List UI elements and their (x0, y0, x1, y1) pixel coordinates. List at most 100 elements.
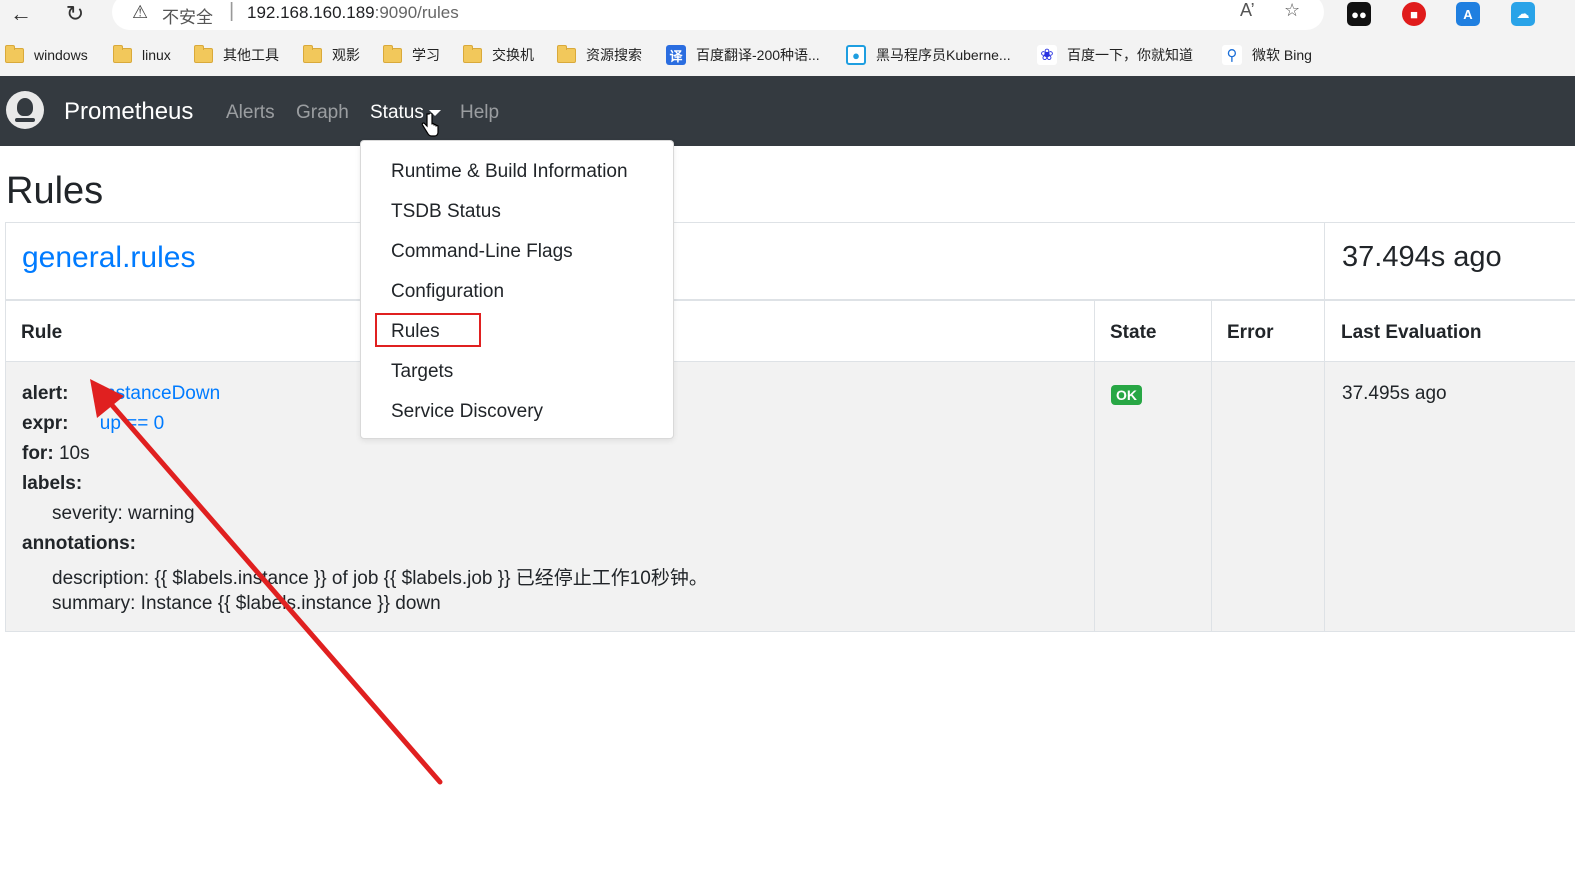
bookmark-switch[interactable]: 交换机 (463, 44, 534, 65)
column-divider (1211, 362, 1212, 631)
rules-group-table: general.rules 37.494s ago Rule State Err… (5, 222, 1575, 632)
column-divider (1324, 301, 1325, 362)
bookmark-label: 百度翻译-200种语... (696, 47, 820, 63)
hand-cursor-icon (421, 113, 439, 137)
bookmark-label: 观影 (332, 47, 360, 63)
menu-item-runtime-build-info[interactable]: Runtime & Build Information (391, 161, 628, 183)
column-header-error: Error (1227, 322, 1274, 343)
bookmark-label: windows (34, 47, 88, 63)
translate-icon: 译 (666, 45, 686, 65)
url-host: 192.168.160.189 (247, 3, 375, 22)
translate-extension-icon[interactable]: A (1456, 2, 1480, 26)
insecure-label[interactable]: 不安全 (162, 3, 213, 28)
bookmark-movies[interactable]: 观影 (303, 44, 360, 65)
bookmark-tools[interactable]: 其他工具 (194, 44, 279, 65)
baidu-icon: ❀ (1037, 45, 1057, 65)
for-key: for: (22, 443, 54, 464)
for-value: 10s (58, 443, 90, 464)
read-aloud-icon[interactable]: A’ (1240, 0, 1255, 21)
bookmarks-bar: windows linux 其他工具 观影 学习 交换机 资源搜索 译百度翻译-… (0, 34, 1575, 76)
bookmark-label: linux (142, 47, 171, 63)
nav-help[interactable]: Help (460, 102, 499, 124)
table-header-row: Rule State Error Last Evaluation (6, 301, 1575, 362)
prometheus-logo-icon[interactable] (6, 91, 44, 129)
column-header-state: State (1110, 322, 1157, 343)
annotation-summary: summary: Instance {{ $labels.instance }}… (52, 593, 441, 614)
folder-icon (463, 44, 482, 63)
expr-key: expr: (22, 413, 69, 434)
reload-icon[interactable]: ↻ (58, 0, 92, 28)
annotations-key: annotations: (22, 533, 136, 554)
folder-icon (113, 44, 132, 63)
brand-link[interactable]: Prometheus (64, 98, 193, 126)
rule-for-line: for: 10s (22, 443, 90, 465)
menu-item-tsdb-status[interactable]: TSDB Status (391, 201, 501, 223)
address-bar[interactable]: ⚠ 不安全 | 192.168.160.189:9090/rules A’ ☆ (112, 0, 1324, 30)
bookmark-heima-kubernetes[interactable]: ● 黑马程序员Kuberne... (846, 45, 1011, 65)
label-severity: severity: warning (52, 503, 195, 524)
bookmark-windows[interactable]: windows (5, 44, 88, 65)
url-path: :9090/rules (374, 3, 459, 22)
alert-name-link[interactable]: InstanceDown (100, 383, 220, 404)
extension-mask-icon[interactable]: ●● (1347, 2, 1371, 26)
status-dropdown-menu: Runtime & Build Information TSDB Status … (360, 140, 674, 439)
expr-link[interactable]: up == 0 (100, 413, 164, 434)
bilibili-icon: ● (846, 45, 866, 65)
folder-icon (557, 44, 576, 63)
rule-annotations-line: annotations: (22, 533, 136, 555)
nav-graph[interactable]: Graph (296, 102, 349, 124)
search-icon: ⚲ (1222, 45, 1242, 65)
bookmark-linux[interactable]: linux (113, 44, 171, 65)
column-header-rule: Rule (21, 322, 63, 343)
annotation-description: description: {{ $labels.instance }} of j… (52, 568, 708, 589)
menu-item-command-line-flags[interactable]: Command-Line Flags (391, 241, 573, 263)
rule-expr-line: expr: up == 0 (22, 413, 164, 435)
bookmark-resource-search[interactable]: 资源搜索 (557, 44, 642, 65)
page-title: Rules (6, 170, 104, 212)
column-divider (1094, 301, 1095, 362)
group-last-eval: 37.494s ago (1342, 241, 1502, 273)
folder-icon (194, 44, 213, 63)
nav-alerts[interactable]: Alerts (226, 102, 275, 124)
menu-item-service-discovery[interactable]: Service Discovery (391, 401, 543, 423)
adblock-icon[interactable]: ■ (1402, 2, 1426, 26)
bookmark-label: 百度一下，你就知道 (1067, 47, 1193, 63)
bookmark-label: 黑马程序员Kuberne... (876, 47, 1011, 63)
cloud-extension-icon[interactable]: ☁ (1511, 2, 1535, 26)
folder-icon (383, 44, 402, 63)
labels-key: labels: (22, 473, 83, 494)
menu-item-targets[interactable]: Targets (391, 361, 453, 383)
nav-status-label: Status (370, 102, 424, 123)
bookmark-baidu[interactable]: ❀ 百度一下，你就知道 (1037, 45, 1193, 65)
table-row: alert: InstanceDown expr: up == 0 for: 1… (6, 362, 1575, 631)
group-eval-cell: 37.494s ago (1324, 223, 1575, 299)
browser-toolbar: ← ↻ ⚠ 不安全 | 192.168.160.189:9090/rules A… (0, 0, 1575, 34)
bookmark-baidu-translate[interactable]: 译百度翻译-200种语... (666, 45, 820, 65)
column-divider (1211, 301, 1212, 362)
menu-item-configuration[interactable]: Configuration (391, 281, 504, 303)
bookmark-bing[interactable]: ⚲ 微软 Bing (1222, 45, 1312, 65)
address-separator: | (229, 0, 235, 22)
prometheus-navbar: Prometheus Alerts Graph Status Help (0, 76, 1575, 146)
group-header-row: general.rules 37.494s ago (6, 223, 1575, 301)
bookmark-label: 微软 Bing (1252, 47, 1312, 63)
group-name-link[interactable]: general.rules (22, 241, 195, 275)
bookmark-study[interactable]: 学习 (383, 44, 440, 65)
bookmark-label: 资源搜索 (586, 47, 642, 63)
favorite-star-icon[interactable]: ☆ (1284, 0, 1300, 21)
bookmark-label: 学习 (412, 47, 440, 63)
warning-icon[interactable]: ⚠ (132, 2, 148, 23)
folder-icon (5, 44, 24, 63)
column-divider (1324, 362, 1325, 631)
bookmark-label: 交换机 (492, 47, 534, 63)
rule-last-eval: 37.495s ago (1342, 383, 1447, 404)
rule-alert-line: alert: InstanceDown (22, 383, 220, 405)
column-divider (1094, 362, 1095, 631)
url-text[interactable]: 192.168.160.189:9090/rules (247, 3, 459, 23)
bookmark-label: 其他工具 (223, 47, 279, 63)
back-arrow-icon[interactable]: ← (4, 0, 38, 28)
column-header-last-evaluation: Last Evaluation (1341, 322, 1482, 343)
status-badge: OK (1111, 385, 1142, 405)
rule-labels-line: labels: (22, 473, 82, 495)
folder-icon (303, 44, 322, 63)
